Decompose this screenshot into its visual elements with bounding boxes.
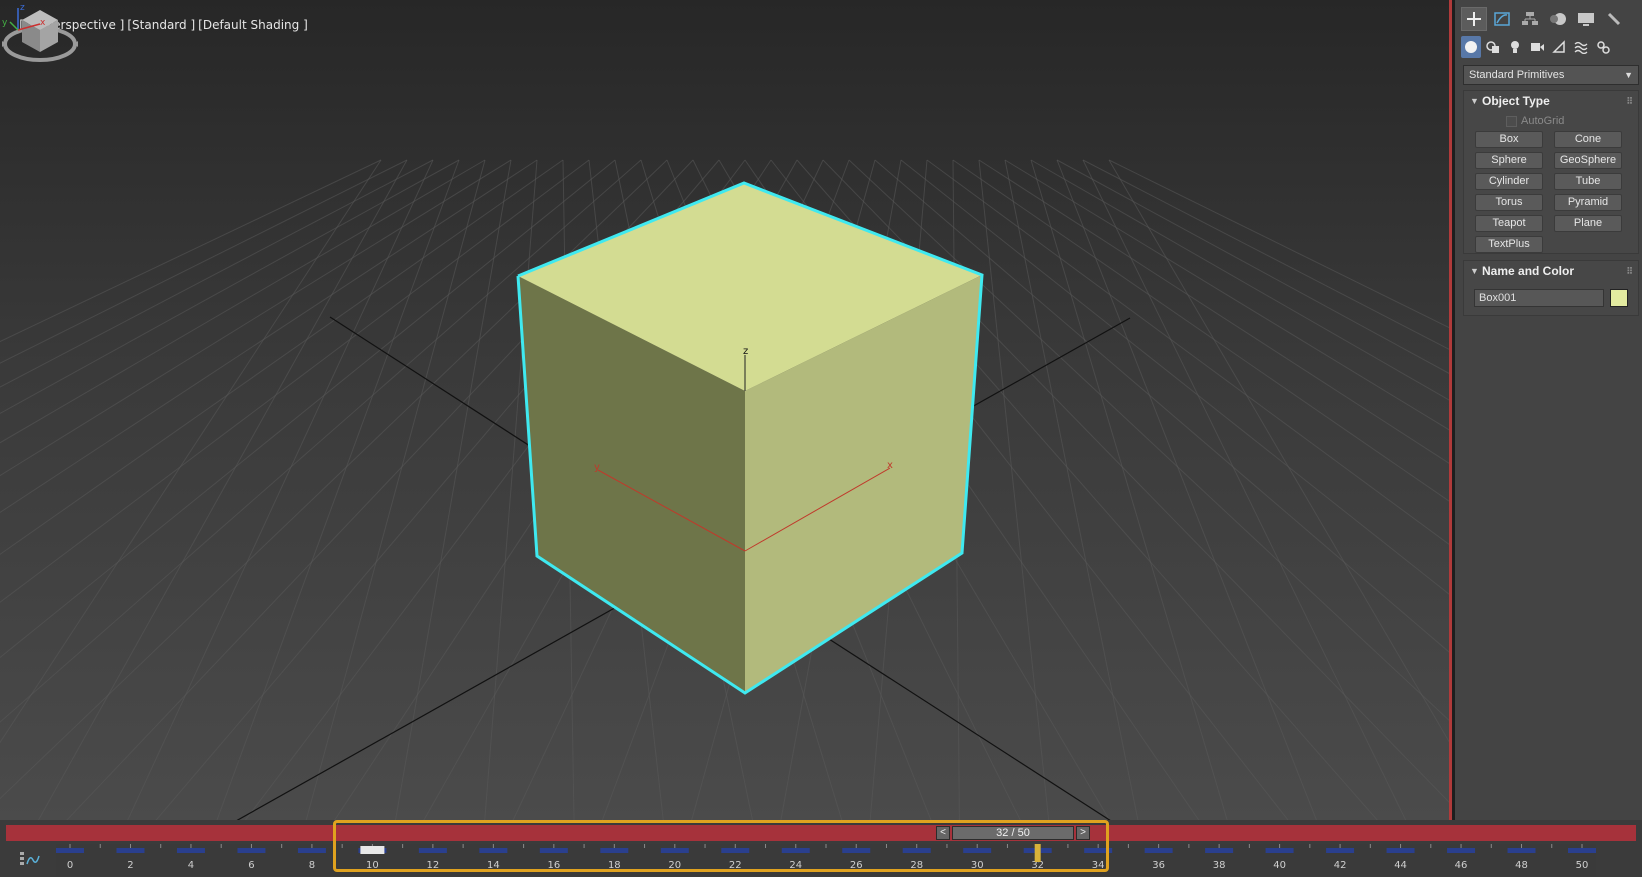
teapot-button[interactable]: Teapot [1475, 215, 1543, 232]
cameras-button[interactable] [1527, 36, 1547, 58]
pivot-axis-x: x [887, 460, 893, 471]
key-marker [1568, 848, 1596, 853]
shapes-button[interactable] [1483, 36, 1503, 58]
mini-curve-editor-icon[interactable] [20, 850, 40, 870]
create-tab[interactable] [1461, 7, 1487, 31]
command-panel-tabs [1455, 6, 1642, 32]
motion-icon [1550, 13, 1566, 25]
plane-button[interactable]: Plane [1554, 215, 1622, 232]
frame-tick-label: 38 [1213, 860, 1226, 871]
world-axis-tripod: z x y [2, 3, 46, 31]
sphere-button[interactable]: Sphere [1475, 152, 1543, 169]
svg-text:z: z [20, 3, 25, 13]
frame-tick-label: 8 [309, 860, 315, 871]
autogrid-checkbox[interactable]: AutoGrid [1506, 115, 1564, 127]
command-panel: Standard Primitives ▼ ▼ Object Type ⠿ Au… [1452, 0, 1642, 820]
collapse-triangle-icon: ▼ [1470, 266, 1479, 276]
perspective-viewport[interactable]: z y x [+][Perspective ][Standard ][Defau… [0, 0, 1450, 820]
geometry-button[interactable] [1461, 36, 1481, 58]
object-type-rollout: ▼ Object Type ⠿ AutoGrid Box Cone Sphere… [1463, 90, 1639, 254]
key-marker [116, 848, 145, 853]
frame-tick-label: 4 [188, 860, 194, 871]
textplus-button[interactable]: TextPlus [1475, 236, 1543, 253]
key-marker [1205, 848, 1234, 853]
autogrid-label: AutoGrid [1521, 115, 1565, 127]
time-slider-highlight [333, 820, 1109, 872]
shapes-icon [1486, 41, 1499, 53]
object-type-title: Object Type [1482, 94, 1550, 108]
cylinder-button[interactable]: Cylinder [1475, 173, 1543, 190]
key-marker [237, 848, 266, 853]
key-marker [1144, 848, 1173, 853]
frame-tick-label: 48 [1515, 860, 1528, 871]
create-subcategories [1461, 36, 1642, 60]
display-icon [1578, 13, 1594, 26]
collapse-triangle-icon: ▼ [1470, 96, 1479, 106]
frame-tick-label: 36 [1152, 860, 1165, 871]
helpers-icon [1552, 40, 1565, 53]
viewport-scene[interactable]: z y x [0, 0, 1450, 820]
key-marker [1326, 848, 1355, 853]
create-icon [1467, 12, 1481, 26]
viewport-shading-menu[interactable]: [Default Shading ] [198, 18, 308, 32]
drag-grip-icon: ⠿ [1626, 266, 1633, 276]
frame-tick-label: 42 [1334, 860, 1347, 871]
chevron-down-icon: ▼ [1624, 70, 1633, 80]
hierarchy-tab[interactable] [1517, 7, 1543, 31]
cameras-icon [1531, 43, 1544, 51]
name-and-color-rollout-header[interactable]: ▼ Name and Color ⠿ [1464, 261, 1638, 281]
frame-tick-label: 2 [127, 860, 133, 871]
spacewarps-button[interactable] [1571, 36, 1591, 58]
display-tab[interactable] [1573, 7, 1599, 31]
key-marker [1507, 848, 1536, 853]
svg-text:x: x [40, 18, 46, 28]
key-marker [1386, 848, 1415, 853]
modify-tab[interactable] [1489, 7, 1515, 31]
object-color-swatch[interactable] [1610, 289, 1628, 307]
frame-tick-label: 50 [1576, 860, 1589, 871]
key-marker [1447, 848, 1476, 853]
object-name-input[interactable]: Box001 [1474, 289, 1604, 307]
key-marker [297, 848, 326, 853]
hierarchy-icon [1522, 12, 1538, 25]
category-dropdown-value: Standard Primitives [1469, 69, 1565, 81]
pivot-axis-y: y [594, 462, 600, 473]
motion-tab[interactable] [1545, 7, 1571, 31]
pivot-axis-z: z [743, 346, 748, 357]
key-marker [56, 848, 84, 853]
lights-icon [1511, 41, 1519, 53]
tube-button[interactable]: Tube [1554, 173, 1622, 190]
geometry-icon [1465, 41, 1477, 53]
name-and-color-rollout: ▼ Name and Color ⠿ Box001 [1463, 260, 1639, 316]
viewport-standard-menu[interactable]: [Standard ] [127, 18, 195, 32]
frame-tick-label: 6 [248, 860, 254, 871]
svg-text:y: y [2, 18, 8, 28]
modify-icon [1494, 12, 1510, 26]
systems-icon [1597, 41, 1610, 54]
category-dropdown[interactable]: Standard Primitives ▼ [1463, 65, 1639, 85]
autogrid-checkbox-box [1506, 115, 1517, 127]
drag-grip-icon: ⠿ [1626, 96, 1633, 106]
cone-button[interactable]: Cone [1554, 131, 1622, 148]
frame-tick-label: 0 [67, 860, 73, 871]
systems-button[interactable] [1593, 36, 1613, 58]
frame-tick-label: 40 [1273, 860, 1286, 871]
name-and-color-title: Name and Color [1482, 264, 1575, 278]
frame-tick-label: 44 [1394, 860, 1407, 871]
geosphere-button[interactable]: GeoSphere [1554, 152, 1622, 169]
lights-button[interactable] [1505, 36, 1525, 58]
key-marker [176, 848, 205, 853]
box-button[interactable]: Box [1475, 131, 1543, 148]
key-marker [1265, 848, 1294, 853]
spacewarps-icon [1574, 41, 1588, 54]
box-object[interactable]: z y x [516, 181, 984, 695]
utilities-icon [1607, 12, 1621, 26]
helpers-button[interactable] [1549, 36, 1569, 58]
frame-tick-label: 46 [1455, 860, 1468, 871]
pyramid-button[interactable]: Pyramid [1554, 194, 1622, 211]
utilities-tab[interactable] [1601, 7, 1627, 31]
torus-button[interactable]: Torus [1475, 194, 1543, 211]
object-type-rollout-header[interactable]: ▼ Object Type ⠿ [1464, 91, 1638, 111]
